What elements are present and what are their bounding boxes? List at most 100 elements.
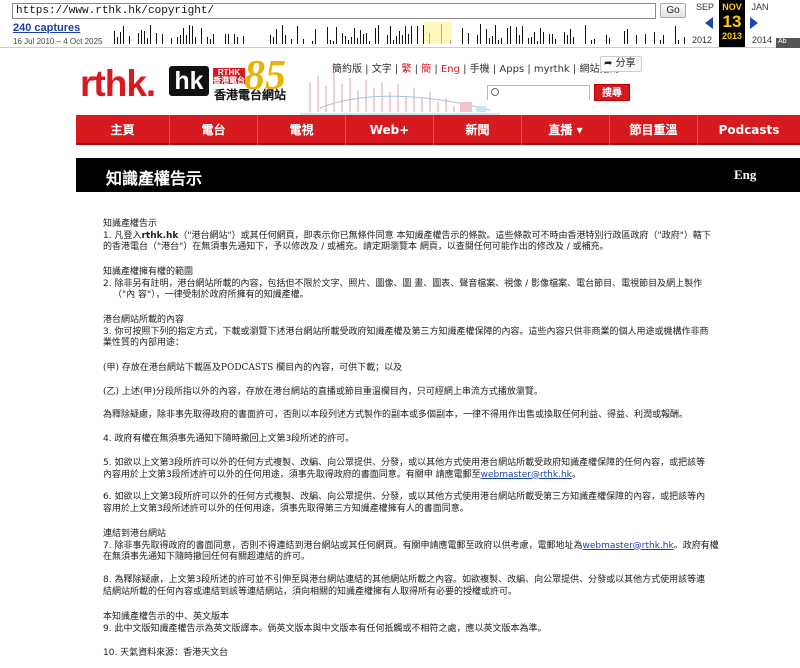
wayback-url-input[interactable]: https://www.rthk.hk/copyright/ [12, 3, 656, 19]
text-fragment: 。 [571, 469, 581, 480]
go-button[interactable]: Go [660, 3, 686, 18]
histogram-bar [417, 26, 418, 44]
histogram-bar [468, 33, 469, 44]
histogram-bar [585, 25, 586, 44]
toplink-traditional[interactable]: 繁 [401, 64, 411, 75]
histogram-bar [636, 35, 637, 44]
histogram-bar [378, 25, 379, 44]
next-year-label[interactable]: 2014 [748, 35, 776, 45]
histogram-bar [330, 40, 331, 44]
toplink-eng[interactable]: Eng [441, 64, 460, 75]
share-button[interactable]: ➦ 分享 [600, 56, 642, 72]
histogram-bar [522, 26, 523, 44]
search-field[interactable] [487, 85, 590, 105]
next-month-label[interactable]: JAN [746, 2, 774, 12]
histogram-bar [624, 31, 625, 44]
section-heading: 港台網站所載的內容 [103, 315, 185, 325]
histogram-bar [225, 34, 226, 44]
current-capture-date: NOV 13 2013 [719, 0, 745, 47]
histogram-bar [303, 39, 304, 44]
paragraph-line: 1. 凡登入rthk.hk（"港台網站"）或其任何網頁，即表示你已無條件同意 本… [103, 231, 775, 243]
nav-webplus[interactable]: Web+ [346, 115, 434, 145]
webmaster-email-link[interactable]: webmaster@rthk.hk [582, 541, 673, 551]
english-version-link[interactable]: Eng [734, 167, 756, 183]
nav-radio[interactable]: 電台 [170, 115, 258, 145]
nav-tv[interactable]: 電視 [258, 115, 346, 145]
histogram-bar [594, 39, 595, 44]
histogram-bar [405, 26, 406, 44]
histogram-bar [462, 28, 463, 44]
histogram-bar [501, 38, 502, 44]
histogram-bar [333, 41, 334, 44]
prev-capture-arrow-icon[interactable] [705, 17, 713, 29]
histogram-bar [627, 29, 628, 44]
paragraph-line: 內容用於上文第3段所述許可以外的任何用途，須事先取得政府的書面同意。有關申 請應… [103, 470, 775, 482]
histogram-bar [273, 37, 274, 44]
histogram-bar [186, 35, 187, 44]
page-title-bar: 知識產權告示 Eng [76, 158, 800, 192]
section-4: 4. 政府有權在無須事先通知下隨時撤回上文第3段所述的許可。 [103, 434, 355, 444]
histogram-bar [606, 35, 607, 44]
prev-year-label[interactable]: 2012 [688, 35, 716, 45]
histogram-bar [516, 27, 517, 44]
share-label: 分享 [615, 58, 636, 69]
histogram-bar [555, 39, 556, 44]
captures-link[interactable]: 240 captures [13, 22, 80, 34]
toplink-text[interactable]: 文字 [372, 64, 392, 75]
nav-podcasts[interactable]: Podcasts [698, 115, 800, 145]
histogram-bar [402, 35, 403, 44]
toplink-apps[interactable]: Apps [499, 64, 524, 75]
histogram-bar [162, 34, 163, 44]
paragraph-line: 9. 此中文版知識產權告示為英文版譯本。倘英文版本與中文版本有任何抵觸或不相符之… [103, 623, 547, 634]
top-links: 簡約版 | 文字 | 繁 | 簡 | Eng | 手機 | Apps | myr… [332, 60, 619, 75]
section-heading: 連結到港台網站 [103, 529, 167, 539]
next-capture-arrow-icon[interactable] [750, 17, 758, 29]
histogram-bar [408, 34, 409, 44]
histogram-bar [675, 26, 676, 44]
histogram-bar [291, 39, 292, 44]
logo-wordmark: rthk. [80, 63, 156, 104]
text-fragment: 。政府有權 [673, 540, 719, 551]
histogram-bar [570, 29, 571, 44]
histogram-bar [117, 37, 118, 44]
paragraph-line: 的香港電台（"港台"）在無須事先通知下，予以修改及 / 或補充。請定期瀏覽本 網… [103, 242, 609, 252]
histogram-bar [345, 36, 346, 44]
histogram-bar [654, 32, 655, 44]
nav-home[interactable]: 主頁 [76, 115, 170, 145]
capture-date-range: 16 Jul 2010 – 4 Oct 2025 [13, 37, 103, 46]
toplink-mobile[interactable]: 手機 [470, 64, 490, 75]
section-heading: 知識產權擁有權的範圍 [103, 267, 194, 277]
capture-histogram[interactable] [114, 22, 686, 44]
histogram-bar [684, 37, 685, 44]
histogram-bar [207, 37, 208, 44]
toplink-simple[interactable]: 簡約版 [332, 64, 362, 75]
section-10: 10. 天氣資料來源：香港天文台 [103, 648, 229, 658]
histogram-bar [537, 41, 538, 44]
nav-live[interactable]: 直播 ▾ [522, 115, 610, 145]
nav-news[interactable]: 新聞 [434, 115, 522, 145]
histogram-bar [498, 40, 499, 44]
histogram-bar [477, 35, 478, 44]
section-3: 港台網站所載的內容 3. 你可按照下列的指定方式，下載或瀏覽下述港台網站所載受政… [103, 315, 775, 350]
paragraph-line: 7. 除非事先取得政府的書面同意，否則不得連結到港台網站或其任何網頁。有關申請應… [103, 541, 775, 553]
histogram-bar [354, 28, 355, 44]
about-tab[interactable]: Ab [776, 38, 800, 48]
section-3-clause-b: (乙) 上述(甲)分段所指以外的內容，存放在港台網站的直播或節目重溫欄目內，只可… [103, 387, 543, 397]
nav-catchup[interactable]: 節目重溫 [610, 115, 698, 145]
histogram-bar [114, 31, 115, 44]
search-button[interactable]: 搜尋 [594, 84, 630, 101]
histogram-bar [573, 37, 574, 44]
toplink-myrthk[interactable]: myrthk [534, 64, 570, 75]
prev-month-label[interactable]: SEP [691, 2, 719, 12]
toplink-simplified[interactable]: 簡 [421, 64, 431, 75]
histogram-bar [297, 26, 298, 44]
histogram-bar [189, 25, 190, 44]
webmaster-email-link[interactable]: webmaster@rthk.hk [481, 470, 572, 480]
section-5: 5. 如欲以上文第3段所許可以外的任何方式複製、改編、向公眾提供、分發，或以其他… [103, 458, 775, 481]
histogram-highlight [424, 22, 452, 44]
search-input[interactable] [488, 91, 589, 105]
text-fragment: 1. 凡登入 [103, 230, 142, 241]
paragraph-line: 8. 為釋除疑慮，上文第3段所述的許可並不引伸至與港台網站連結的其他網站所載之內… [103, 575, 706, 585]
paragraph-line: 6. 如欲以上文第3段所許可以外的任何方式複製、改編、向公眾提供、分發，或以其他… [103, 492, 706, 502]
current-month-label: NOV [722, 2, 742, 12]
